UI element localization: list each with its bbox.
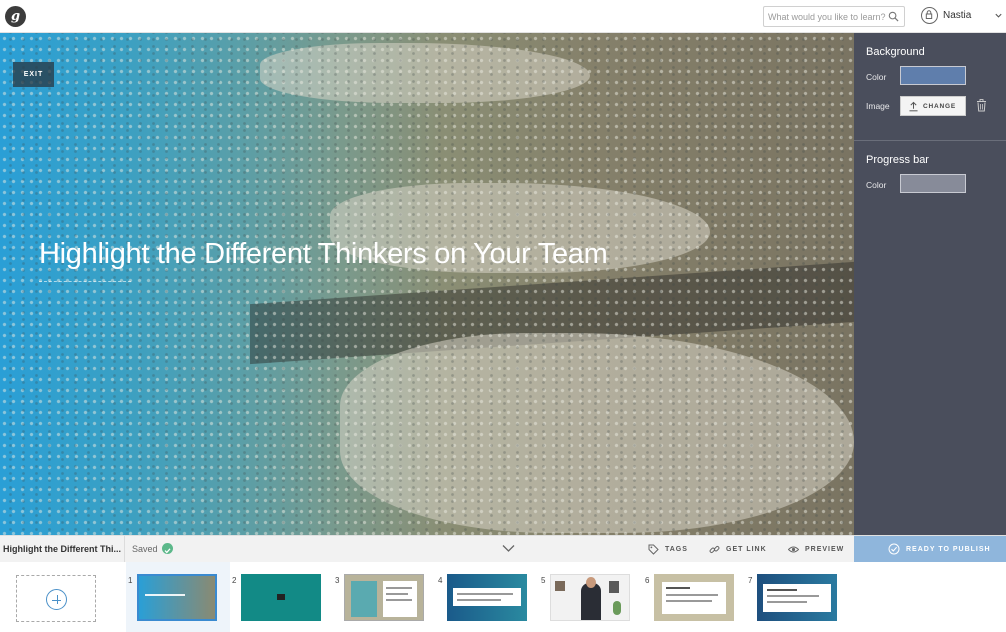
search-box[interactable] bbox=[763, 6, 905, 27]
thumbnail-text-line bbox=[666, 600, 712, 602]
thumbnail-text-line bbox=[457, 599, 501, 601]
title-edit-underline bbox=[39, 281, 131, 282]
thumbnail-plant bbox=[613, 601, 621, 615]
change-image-label: CHANGE bbox=[923, 103, 956, 110]
thumbnail-number: 6 bbox=[645, 576, 650, 585]
thumbnail-number: 7 bbox=[748, 576, 753, 585]
add-slide-button[interactable] bbox=[16, 575, 96, 622]
avatar-icon[interactable] bbox=[921, 7, 938, 24]
thumbnail-title-line bbox=[145, 594, 185, 596]
thumbnail-number: 5 bbox=[541, 576, 546, 585]
thumbnail-text-card bbox=[453, 588, 521, 606]
thumbnail-picture-frame bbox=[609, 581, 619, 593]
thumbnail-number: 2 bbox=[232, 576, 237, 585]
background-image-label: Image bbox=[866, 101, 890, 111]
tags-button[interactable]: TAGS bbox=[648, 536, 698, 563]
play-icon bbox=[277, 594, 285, 600]
get-link-button[interactable]: GET LINK bbox=[709, 536, 771, 563]
saved-status: Saved bbox=[132, 544, 158, 554]
tag-icon bbox=[648, 544, 659, 555]
chevron-down-icon[interactable] bbox=[994, 11, 1003, 20]
plus-icon bbox=[46, 589, 67, 610]
progress-bar-heading: Progress bar bbox=[866, 154, 929, 166]
chevron-down-icon[interactable] bbox=[502, 544, 515, 553]
settings-panel: Background Color Image CHANGE Progress b… bbox=[854, 33, 1006, 535]
slide-thumbnail[interactable] bbox=[344, 574, 424, 621]
get-link-label: GET LINK bbox=[726, 546, 767, 553]
search-input[interactable] bbox=[768, 9, 886, 24]
panel-divider bbox=[854, 140, 1006, 141]
check-icon bbox=[162, 543, 173, 554]
ready-to-publish-button[interactable]: READY TO PUBLISH bbox=[854, 536, 1006, 563]
progress-bar-color-swatch[interactable] bbox=[900, 174, 966, 193]
upload-icon bbox=[909, 101, 918, 112]
thumbnail-number: 3 bbox=[335, 576, 340, 585]
check-circle-icon bbox=[888, 543, 900, 555]
thumbnail-picture-frame bbox=[555, 581, 565, 591]
thumbnail-text-line bbox=[386, 599, 412, 601]
preview-label: PREVIEW bbox=[805, 546, 845, 553]
change-image-button[interactable]: CHANGE bbox=[900, 96, 966, 116]
thumbnail-text-line bbox=[767, 589, 797, 591]
thumbnail-number: 4 bbox=[438, 576, 443, 585]
thumbnail-image bbox=[351, 581, 377, 617]
slide-thumbnail[interactable] bbox=[241, 574, 321, 621]
slide-title[interactable]: Highlight the Different Thinkers on Your… bbox=[39, 238, 608, 271]
logo-icon[interactable]: g bbox=[5, 6, 26, 27]
top-bar: g Nastia bbox=[0, 0, 1006, 33]
slide-canvas[interactable]: EXIT Highlight the Different Thinkers on… bbox=[0, 33, 854, 535]
thumbnail-presenter-head bbox=[586, 577, 596, 588]
bottom-toolbar: Highlight the Different Thi... Saved TAG… bbox=[0, 535, 1006, 563]
slide-thumbnail[interactable] bbox=[757, 574, 837, 621]
link-icon bbox=[709, 545, 720, 554]
thumbnail-text-line bbox=[767, 601, 807, 603]
background-color-swatch[interactable] bbox=[900, 66, 966, 85]
thumbnail-text-line bbox=[767, 595, 819, 597]
preview-button[interactable]: PREVIEW bbox=[788, 536, 846, 563]
eye-icon bbox=[788, 546, 799, 553]
search-icon[interactable] bbox=[888, 11, 899, 22]
tags-label: TAGS bbox=[665, 546, 688, 553]
progress-bar-color-label: Color bbox=[866, 180, 887, 190]
slide-thumbnail[interactable] bbox=[137, 574, 217, 621]
slide-thumbnail[interactable] bbox=[447, 574, 527, 621]
thumbnail-number: 1 bbox=[128, 576, 133, 585]
thumbnail-text-line bbox=[666, 587, 690, 589]
ready-to-publish-label: READY TO PUBLISH bbox=[906, 546, 991, 553]
user-menu[interactable]: Nastia bbox=[921, 7, 1005, 27]
slide-thumbnail[interactable] bbox=[654, 574, 734, 621]
slide-thumbnail-strip: 1 2 3 4 5 6 7 bbox=[0, 562, 1006, 632]
slide-thumbnail[interactable] bbox=[550, 574, 630, 621]
thumbnail-text-line bbox=[457, 593, 513, 595]
lesson-title[interactable]: Highlight the Different Thi... bbox=[3, 544, 123, 554]
background-color-label: Color bbox=[866, 72, 887, 82]
thumbnail-presenter bbox=[581, 583, 601, 620]
thumbnail-text-line bbox=[386, 593, 408, 595]
thumbnail-text-line bbox=[666, 594, 718, 596]
background-heading: Background bbox=[866, 46, 925, 58]
thumbnail-text-line bbox=[386, 587, 412, 589]
trash-icon[interactable] bbox=[976, 99, 987, 112]
user-name[interactable]: Nastia bbox=[943, 10, 971, 21]
background-photo-shade bbox=[0, 33, 854, 535]
divider bbox=[124, 536, 125, 563]
exit-button[interactable]: EXIT bbox=[13, 62, 54, 87]
